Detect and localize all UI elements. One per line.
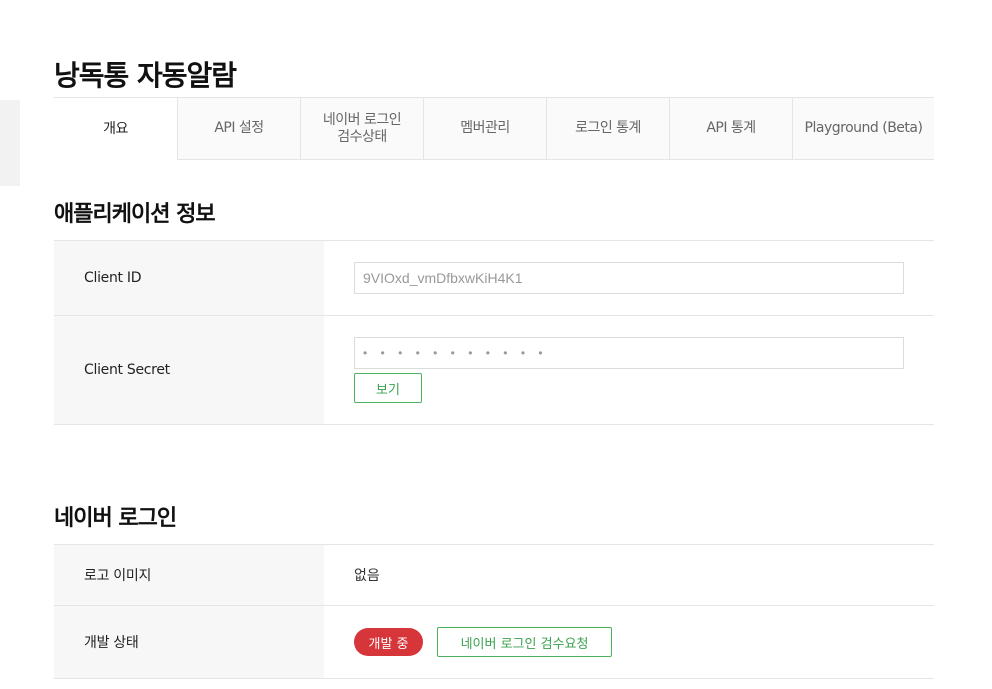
logo-image-row: 로고 이미지 없음 bbox=[54, 545, 934, 606]
client-secret-field[interactable]: • • • • • • • • • • • bbox=[354, 337, 904, 369]
tab-label: 멤버관리 bbox=[460, 120, 510, 136]
tab-login-stats[interactable]: 로그인 통계 bbox=[546, 98, 669, 160]
side-panel-strip bbox=[0, 100, 20, 186]
page-title: 낭독통 자동알람 bbox=[54, 59, 237, 92]
tab-api-settings[interactable]: API 설정 bbox=[177, 98, 300, 160]
tab-label: 개요 bbox=[103, 120, 128, 137]
client-id-field[interactable]: 9VIOxd_vmDfbxwKiH4K1 bbox=[354, 262, 904, 294]
tab-overview[interactable]: 개요 bbox=[54, 98, 177, 160]
app-info-title: 애플리케이션 정보 bbox=[54, 202, 216, 227]
tab-label-line2: 검수상태 bbox=[337, 128, 387, 145]
tab-playground[interactable]: Playground (Beta) bbox=[792, 98, 934, 160]
client-id-label: Client ID bbox=[54, 241, 324, 315]
tab-label-line1: 네이버 로그인 bbox=[322, 111, 402, 128]
dev-status-badge: 개발 중 bbox=[354, 628, 423, 656]
client-id-cell: 9VIOxd_vmDfbxwKiH4K1 bbox=[324, 241, 934, 315]
tab-label: 네이버 로그인 검수상태 bbox=[322, 111, 402, 146]
tab-label: Playground (Beta) bbox=[804, 120, 923, 136]
client-secret-cell: • • • • • • • • • • • 보기 bbox=[324, 316, 934, 424]
naver-login-title: 네이버 로그인 bbox=[54, 506, 177, 531]
tab-bar: 개요 API 설정 네이버 로그인 검수상태 멤버관리 로그인 통계 API 통… bbox=[54, 97, 934, 160]
logo-image-label: 로고 이미지 bbox=[54, 545, 324, 605]
client-secret-row: Client Secret • • • • • • • • • • • 보기 bbox=[54, 316, 934, 425]
tab-api-stats[interactable]: API 통계 bbox=[669, 98, 792, 160]
client-id-row: Client ID 9VIOxd_vmDfbxwKiH4K1 bbox=[54, 241, 934, 316]
tab-label: API 통계 bbox=[706, 120, 756, 136]
app-info-table: Client ID 9VIOxd_vmDfbxwKiH4K1 Client Se… bbox=[54, 240, 934, 425]
tab-label: API 설정 bbox=[214, 120, 264, 136]
dev-status-cell: 개발 중 네이버 로그인 검수요청 bbox=[324, 606, 934, 678]
dev-status-row: 개발 상태 개발 중 네이버 로그인 검수요청 bbox=[54, 606, 934, 679]
tab-label: 로그인 통계 bbox=[575, 120, 641, 136]
tab-naver-login-review[interactable]: 네이버 로그인 검수상태 bbox=[300, 98, 423, 160]
naver-login-table: 로고 이미지 없음 개발 상태 개발 중 네이버 로그인 검수요청 bbox=[54, 544, 934, 679]
tab-member-management[interactable]: 멤버관리 bbox=[423, 98, 546, 160]
client-secret-label: Client Secret bbox=[54, 316, 324, 424]
show-secret-button[interactable]: 보기 bbox=[354, 373, 422, 403]
logo-image-value: 없음 bbox=[354, 568, 380, 584]
dev-status-label: 개발 상태 bbox=[54, 606, 324, 678]
review-request-button[interactable]: 네이버 로그인 검수요청 bbox=[437, 627, 612, 657]
